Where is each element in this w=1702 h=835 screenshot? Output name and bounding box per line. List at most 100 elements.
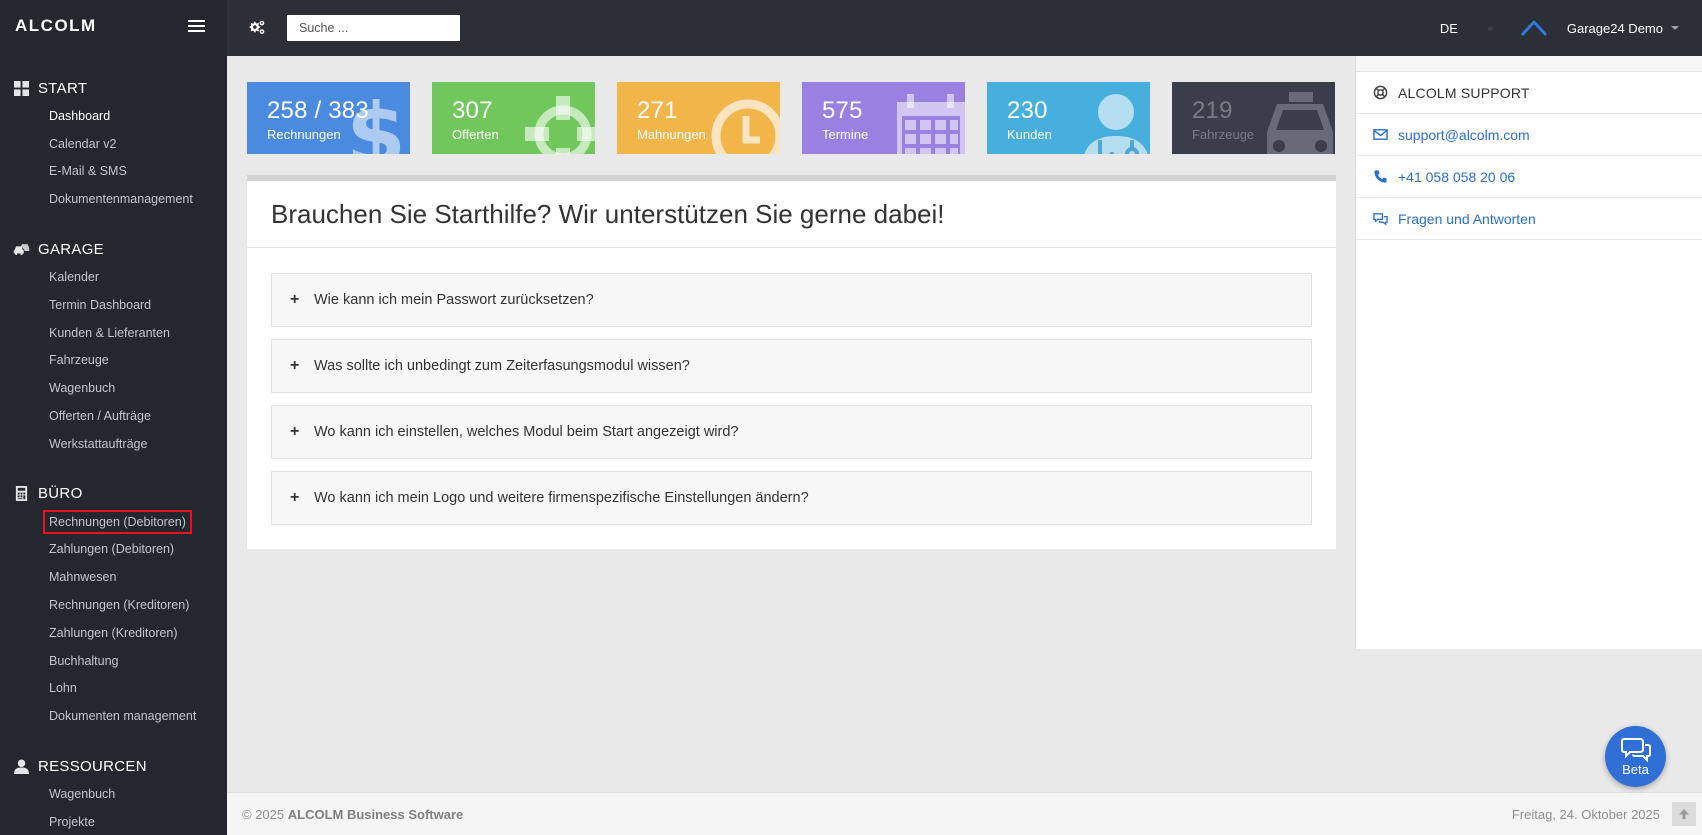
faq-question: Wo kann ich mein Logo und weitere firmen… (314, 490, 809, 506)
stat-value: 575 (822, 97, 863, 124)
nav-head-label: START (38, 79, 88, 97)
sidebar-item-projekte[interactable]: Projekte (0, 808, 227, 835)
plus-icon: + (290, 291, 300, 308)
brand-logo[interactable]: ALCOLM (15, 16, 97, 36)
sidebar: ALCOLM START Dashboard Calendar v2 E-Mai… (0, 0, 227, 835)
support-phone: +41 058 058 20 06 (1398, 168, 1516, 185)
sidebar-item-rechnungen-debitoren[interactable]: Rechnungen (Debitoren) (0, 508, 227, 536)
stat-value: 258 / 383 (267, 97, 369, 124)
nav-head-label: RESSOURCEN (38, 757, 147, 775)
alcolm-logo-icon[interactable] (1520, 20, 1547, 36)
support-title-row: ALCOLM SUPPORT (1356, 72, 1702, 114)
search-input[interactable] (287, 15, 460, 41)
phone-icon (1374, 170, 1387, 183)
sidebar-item-offerten-auftraege[interactable]: Offerten / Aufträge (0, 402, 227, 430)
support-faq: Fragen und Antworten (1398, 210, 1536, 227)
user-name: Garage24 Demo (1566, 20, 1663, 36)
lifebuoy-icon (1373, 85, 1388, 100)
sidebar-item-calendar-v2[interactable]: Calendar v2 (0, 130, 227, 158)
footer-date: Freitag, 24. Oktober 2025 (1511, 806, 1660, 822)
faq-item[interactable]: + Wie kann ich mein Passwort zurücksetzen… (271, 273, 1312, 327)
nav-head-label: BÜRO (38, 485, 83, 503)
nav-head-ressourcen[interactable]: RESSOURCEN (0, 756, 227, 776)
dashboard-grid-icon (14, 80, 29, 96)
sidebar-item-dokumentenmanagement[interactable]: Dokumentenmanagement (0, 185, 227, 213)
faq-item[interactable]: + Wo kann ich mein Logo und weitere firme… (271, 471, 1312, 525)
stat-label: Termine (822, 127, 869, 142)
help-panel: Brauchen Sie Starthilfe? Wir unterstütze… (247, 175, 1336, 549)
nav-head-label: GARAGE (38, 240, 104, 258)
sidebar-item-rechnungen-kreditoren[interactable]: Rechnungen (Kreditoren) (0, 591, 227, 619)
sidebar-item-zahlungen-debitoren[interactable]: Zahlungen (Debitoren) (0, 536, 227, 564)
language-switch[interactable]: DE (1440, 21, 1458, 36)
nav-section-garage: GARAGE Kalender Termin Dashboard Kunden … (0, 239, 227, 458)
sidebar-item-dokumenten-management[interactable]: Dokumenten management (0, 702, 227, 730)
faq-item[interactable]: + Wo kann ich einstellen, welches Modul b… (271, 405, 1312, 459)
beta-label: Beta (1622, 762, 1649, 777)
faq-question: Wo kann ich einstellen, welches Modul be… (314, 424, 739, 440)
faq-list: + Wie kann ich mein Passwort zurücksetzen… (247, 248, 1336, 549)
faq-question: Wie kann ich mein Passwort zurücksetzen? (314, 292, 594, 308)
calculator-icon (15, 486, 28, 502)
topbar-right: DE Garage24 Demo (1440, 0, 1702, 56)
faq-item[interactable]: + Was sollte ich unbedingt zum Zeiterfasu… (271, 339, 1312, 393)
stat-offerten[interactable]: 307 Offerten (432, 82, 595, 154)
support-phone-link[interactable]: +41 058 058 20 06 (1356, 156, 1702, 198)
nav-head-garage[interactable]: GARAGE (0, 239, 227, 259)
arrow-up-icon (1679, 809, 1689, 819)
sidebar-item-werkstattauftraege[interactable]: Werkstattaufträge (0, 430, 227, 458)
sidebar-item-mahnwesen[interactable]: Mahnwesen (0, 563, 227, 591)
menu-toggle-icon[interactable] (188, 20, 205, 32)
stat-label: Offerten (452, 127, 499, 142)
sidebar-item-dashboard[interactable]: Dashboard (0, 102, 227, 130)
brand-bar: ALCOLM (0, 0, 227, 52)
support-faq-link[interactable]: Fragen und Antworten (1356, 198, 1702, 240)
stat-label: Fahrzeuge (1192, 127, 1255, 142)
footer: © 2025 ALCOLM Business Software Freitag,… (227, 792, 1702, 835)
sidebar-item-kalender[interactable]: Kalender (0, 263, 227, 291)
stat-value: 307 (452, 97, 493, 124)
beta-chat-button[interactable]: Beta (1605, 726, 1666, 787)
support-panel: ALCOLM SUPPORT support@alcolm.com +41 05… (1355, 56, 1702, 649)
help-title: Brauchen Sie Starthilfe? Wir unterstütze… (247, 181, 1336, 248)
support-email: support@alcolm.com (1398, 126, 1530, 143)
sidebar-item-wagenbuch-ressourcen[interactable]: Wagenbuch (0, 780, 227, 808)
nav-section-buero: BÜRO Rechnungen (Debitoren) Zahlungen (D… (0, 484, 227, 730)
stat-value: 230 (1007, 97, 1048, 124)
sidebar-item-termin-dashboard[interactable]: Termin Dashboard (0, 291, 227, 319)
support-title: ALCOLM SUPPORT (1398, 84, 1530, 101)
stat-fahrzeuge[interactable]: 219 Fahrzeuge (1172, 82, 1335, 154)
stat-label: Kunden (1007, 127, 1052, 142)
stat-termine[interactable]: 575 Termine (802, 82, 965, 154)
nav-head-start[interactable]: START (0, 78, 227, 98)
sidebar-item-email-sms[interactable]: E-Mail & SMS (0, 158, 227, 186)
sidebar-item-zahlungen-kreditoren[interactable]: Zahlungen (Kreditoren) (0, 619, 227, 647)
status-dot (1487, 25, 1493, 31)
stat-mahnungen[interactable]: 271 Mahnungen (617, 82, 780, 154)
nav-head-buero[interactable]: BÜRO (0, 484, 227, 504)
user-icon (14, 759, 29, 774)
scroll-top-button[interactable] (1672, 802, 1696, 826)
plus-icon: + (290, 423, 300, 440)
envelope-icon (1373, 129, 1388, 140)
plus-icon: + (290, 489, 300, 506)
stat-rechnungen[interactable]: 258 / 383 Rechnungen $ (247, 82, 410, 154)
user-menu[interactable]: Garage24 Demo (1567, 21, 1679, 36)
sidebar-item-fahrzeuge[interactable]: Fahrzeuge (0, 347, 227, 375)
chat-icon (1620, 738, 1651, 762)
sidebar-item-wagenbuch[interactable]: Wagenbuch (0, 374, 227, 402)
support-email-link[interactable]: support@alcolm.com (1356, 114, 1702, 156)
stat-kunden[interactable]: 230 Kunden (987, 82, 1150, 154)
cars-icon (13, 243, 30, 255)
chat-bubbles-icon (1373, 213, 1388, 226)
sidebar-item-lohn[interactable]: Lohn (0, 675, 227, 703)
nav-section-ressourcen: RESSOURCEN Wagenbuch Projekte (0, 756, 227, 835)
stat-label: Mahnungen (637, 127, 706, 142)
sidebar-item-kunden-lieferanten[interactable]: Kunden & Lieferanten (0, 319, 227, 347)
settings-gears-icon[interactable] (247, 18, 267, 38)
footer-company: ALCOLM Business Software (287, 806, 464, 822)
faq-question: Was sollte ich unbedingt zum Zeiterfasun… (314, 358, 690, 374)
sidebar-item-buchhaltung[interactable]: Buchhaltung (0, 647, 227, 675)
nav-section-start: START Dashboard Calendar v2 E-Mail & SMS… (0, 78, 227, 213)
footer-copyright: © 2025 ALCOLM Business Software (242, 806, 464, 822)
